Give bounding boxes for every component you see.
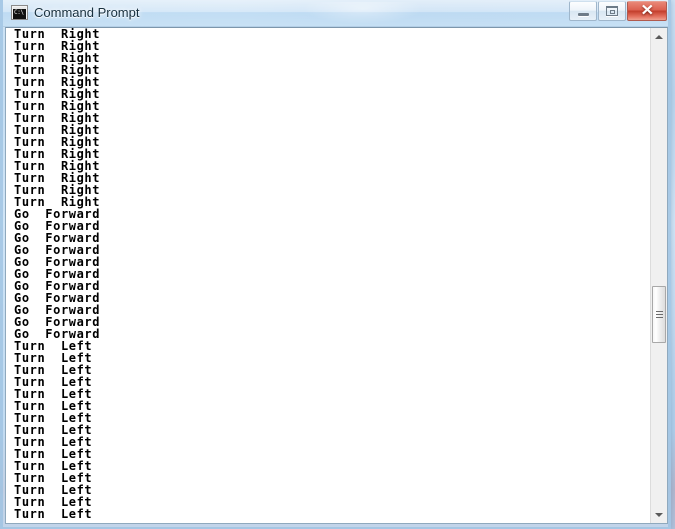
console-line: Turn Right [14, 171, 101, 185]
console-line: Turn Left [14, 411, 93, 425]
console-line: Turn Right [14, 147, 101, 161]
console-line: Turn Right [14, 51, 101, 65]
console-line: Turn Left [14, 495, 93, 509]
console-line: Go Forward [14, 231, 101, 245]
console-line: Go Forward [14, 315, 101, 329]
console-line: Turn Left [14, 459, 93, 473]
console-line: Go Forward [14, 303, 101, 317]
console-line: Go Forward [14, 255, 101, 269]
console-line: Go Forward [14, 267, 101, 281]
minimize-icon [570, 2, 596, 20]
close-button[interactable]: ✕ [627, 1, 667, 21]
scrollbar-thumb[interactable] [652, 286, 666, 343]
command-prompt-window: C:\ Command Prompt ✕ Turn Right Turn Rig… [0, 0, 671, 529]
console-line: Turn Right [14, 159, 101, 173]
console-line: Turn Right [14, 75, 101, 89]
console-line: Turn Left [14, 507, 93, 521]
scrollbar-track[interactable] [651, 45, 667, 506]
scrollbar-thumb-grip-icon [656, 310, 663, 319]
command-prompt-icon[interactable]: C:\ [11, 5, 28, 20]
console-line: Turn Right [14, 87, 101, 101]
console-line: Turn Left [14, 363, 93, 377]
console-line: Turn Left [14, 351, 93, 365]
minimize-button[interactable] [569, 1, 597, 21]
console-output[interactable]: Turn Right Turn Right Turn Right Turn Right… [6, 28, 650, 523]
command-prompt-icon-text: C:\ [14, 9, 24, 16]
window-titlebar[interactable]: C:\ Command Prompt ✕ [3, 0, 668, 27]
maximize-button[interactable] [598, 1, 626, 21]
close-icon-glyph: ✕ [640, 2, 654, 19]
console-line: Go Forward [14, 219, 101, 233]
console-line: Turn Right [14, 99, 101, 113]
maximize-icon [599, 2, 625, 20]
console-line: Turn Right [14, 28, 101, 41]
console-line: Go Forward [14, 291, 101, 305]
console-line: Turn Right [14, 183, 101, 197]
console-line: Turn Left [14, 483, 93, 497]
console-line: Turn Right [14, 135, 101, 149]
console-line: Go Forward [14, 327, 101, 341]
scroll-up-arrow-icon[interactable] [651, 28, 667, 45]
vertical-scrollbar[interactable] [650, 28, 667, 523]
console-line: Turn Right [14, 195, 101, 209]
scroll-down-arrow-icon[interactable] [651, 506, 667, 523]
console-line: Go Forward [14, 279, 101, 293]
desktop-background: C:\ Command Prompt ✕ Turn Right Turn Rig… [0, 0, 675, 529]
console-line: Turn Right [14, 111, 101, 125]
console-line: Turn Left [14, 435, 93, 449]
console-line: Turn Left [14, 471, 93, 485]
console-line: Turn Left [14, 423, 93, 437]
console-line: Turn Left [14, 339, 93, 353]
console-line: Go Forward [14, 243, 101, 257]
console-line: Turn Right [14, 63, 101, 77]
console-line: Go Forward [14, 207, 101, 221]
console-line: Turn Right [14, 39, 101, 53]
close-icon: ✕ [628, 2, 666, 20]
window-title: Command Prompt [34, 5, 140, 20]
console-line: Turn Left [14, 387, 93, 401]
window-client-area: Turn Right Turn Right Turn Right Turn Right… [5, 27, 668, 524]
console-line: Turn Left [14, 375, 93, 389]
console-line: Turn Left [14, 447, 93, 461]
console-line: Turn Left [14, 399, 93, 413]
console-line: Turn Right [14, 123, 101, 137]
